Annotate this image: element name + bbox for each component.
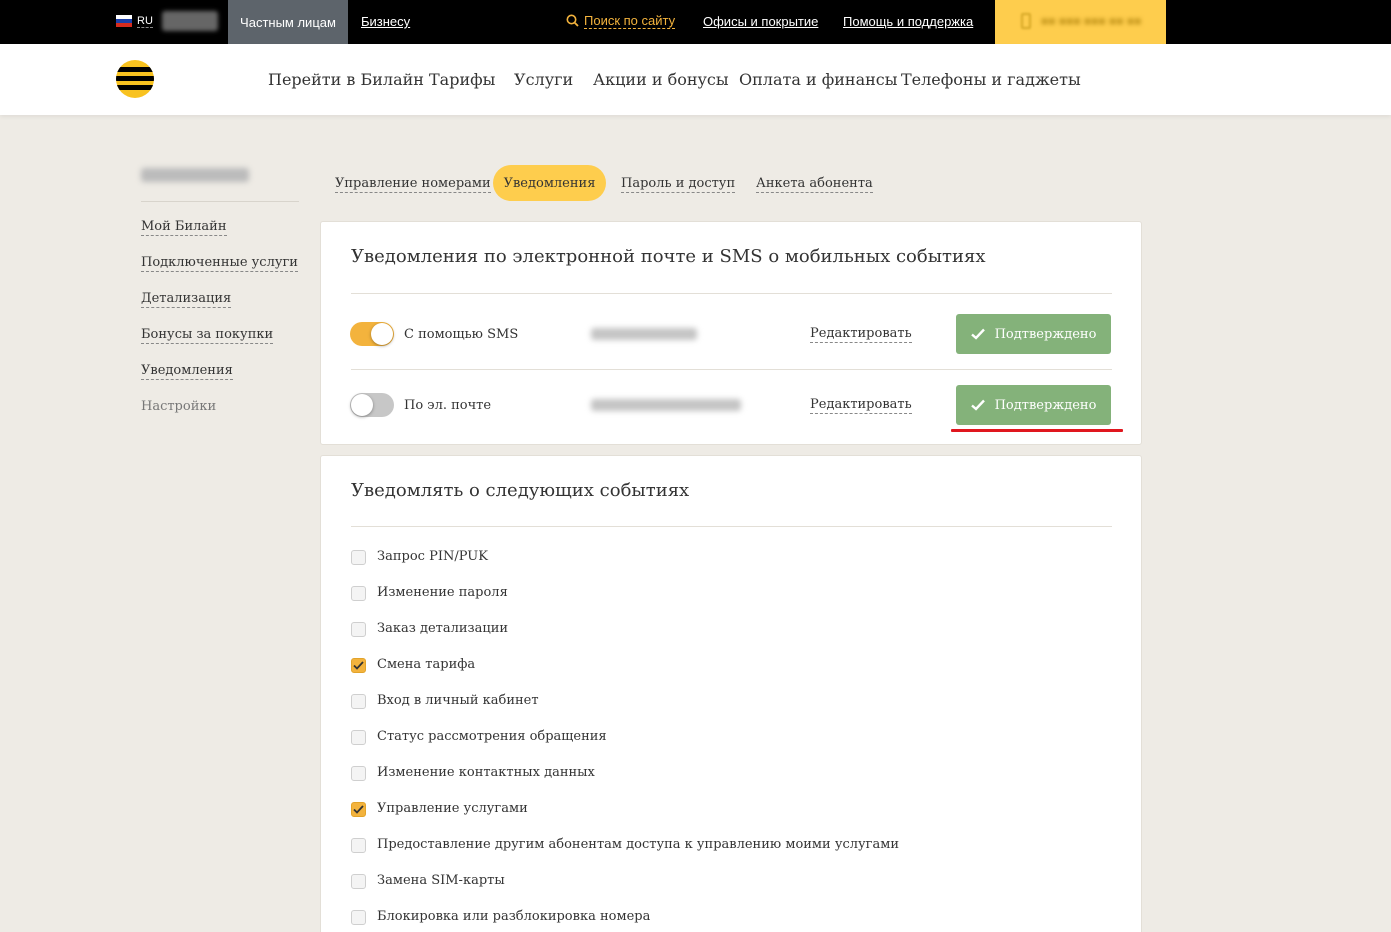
site-search-link[interactable]: Поиск по сайту xyxy=(566,13,676,29)
divider xyxy=(351,369,1112,370)
tab-business[interactable]: Бизнесу xyxy=(361,14,410,29)
account-phone-number: ■■ ■■■ ■■■ ■■ ■■ xyxy=(1041,14,1142,28)
top-bar: RU Частным лицам Бизнесу Поиск по сайту … xyxy=(0,0,1391,44)
event-label[interactable]: Предоставление другим абонентам доступа … xyxy=(377,837,899,852)
sidebar-divider xyxy=(141,201,299,202)
search-label: Поиск по сайту xyxy=(584,13,676,29)
email-confirmed-button[interactable]: Подтверждено xyxy=(956,385,1111,425)
event-label[interactable]: Заказ детализации xyxy=(377,621,508,636)
phone-icon xyxy=(1021,13,1031,29)
check-icon xyxy=(353,661,364,670)
email-status-label: Подтверждено xyxy=(994,397,1097,413)
event-checkbox[interactable] xyxy=(351,694,366,709)
nav-item-payment[interactable]: Оплата и финансы xyxy=(739,70,897,89)
sidebar-item-services[interactable]: Подключенные услуги xyxy=(141,255,298,272)
event-checkbox[interactable] xyxy=(351,874,366,889)
red-underline-annotation xyxy=(951,429,1123,432)
sidebar-item-settings[interactable]: Настройки xyxy=(141,399,216,415)
offices-link[interactable]: Офисы и покрытие xyxy=(703,14,818,29)
check-icon xyxy=(970,399,985,411)
event-checkbox[interactable] xyxy=(351,766,366,781)
russia-flag-icon[interactable] xyxy=(116,15,132,27)
sms-toggle[interactable] xyxy=(350,322,394,346)
event-checkbox[interactable] xyxy=(351,550,366,565)
tab-password-access[interactable]: Пароль и доступ xyxy=(621,176,736,193)
event-checkbox[interactable] xyxy=(351,586,366,601)
sidebar-phone-number xyxy=(141,168,249,182)
events-title: Уведомлять о следующих событиях xyxy=(351,480,690,501)
account-phone-box[interactable]: ■■ ■■■ ■■■ ■■ ■■ xyxy=(995,0,1166,44)
event-label[interactable]: Смена тарифа xyxy=(377,657,475,672)
event-checkbox[interactable] xyxy=(351,730,366,745)
check-icon xyxy=(353,805,364,814)
beeline-logo[interactable] xyxy=(116,60,154,98)
main-nav: Перейти в Билайн Тарифы Услуги Акции и б… xyxy=(0,44,1391,115)
event-label[interactable]: Замена SIM-карты xyxy=(377,873,505,888)
tab-manage-numbers[interactable]: Управление номерами xyxy=(335,176,491,193)
check-icon xyxy=(970,328,985,340)
sidebar-item-bonuses[interactable]: Бонусы за покупки xyxy=(141,327,274,344)
channels-title: Уведомления по электронной почте и SMS о… xyxy=(351,246,986,267)
search-icon xyxy=(566,14,579,27)
event-label[interactable]: Изменение пароля xyxy=(377,585,508,600)
sidebar-item-my-beeline[interactable]: Мой Билайн xyxy=(141,219,227,236)
event-label[interactable]: Блокировка или разблокировка номера xyxy=(377,909,650,924)
event-label[interactable]: Вход в личный кабинет xyxy=(377,693,539,708)
toggle-knob xyxy=(351,394,373,416)
sidebar-item-details[interactable]: Детализация xyxy=(141,291,232,308)
nav-item-phones[interactable]: Телефоны и гаджеты xyxy=(901,70,1081,89)
tab-subscriber-profile[interactable]: Анкета абонента xyxy=(756,176,873,193)
nav-item-tariffs[interactable]: Тарифы xyxy=(429,70,495,89)
divider xyxy=(351,526,1112,527)
event-checkbox[interactable] xyxy=(351,658,366,673)
event-label[interactable]: Запрос PIN/PUK xyxy=(377,549,488,564)
notification-channels-card: Уведомления по электронной почте и SMS о… xyxy=(320,221,1142,445)
nav-item-services[interactable]: Услуги xyxy=(514,70,573,89)
event-label[interactable]: Управление услугами xyxy=(377,801,528,816)
sms-label: С помощью SMS xyxy=(404,327,519,342)
sms-phone-value xyxy=(591,328,697,340)
event-subscriptions-card: Уведомлять о следующих событиях Запрос P… xyxy=(320,455,1142,932)
email-edit-link[interactable]: Редактировать xyxy=(810,397,912,414)
sidebar-item-notifications[interactable]: Уведомления xyxy=(141,363,233,380)
language-switch[interactable]: RU xyxy=(137,15,153,28)
sms-status-label: Подтверждено xyxy=(994,326,1097,342)
divider xyxy=(351,293,1112,294)
email-label: По эл. почте xyxy=(404,398,492,413)
region-selector[interactable] xyxy=(162,11,218,31)
email-address-value xyxy=(591,399,741,411)
event-label[interactable]: Изменение контактных данных xyxy=(377,765,595,780)
tab-notifications[interactable]: Уведомления xyxy=(493,165,606,201)
sms-edit-link[interactable]: Редактировать xyxy=(810,326,912,343)
help-link[interactable]: Помощь и поддержка xyxy=(843,14,973,29)
event-checkbox[interactable] xyxy=(351,838,366,853)
nav-item-go-beeline[interactable]: Перейти в Билайн xyxy=(268,70,424,89)
event-label[interactable]: Статус рассмотрения обращения xyxy=(377,729,607,744)
sms-confirmed-button[interactable]: Подтверждено xyxy=(956,314,1111,354)
tab-private[interactable]: Частным лицам xyxy=(228,0,348,44)
event-checkbox[interactable] xyxy=(351,622,366,637)
nav-item-promos[interactable]: Акции и бонусы xyxy=(593,70,729,89)
event-checkbox[interactable] xyxy=(351,802,366,817)
event-checkbox[interactable] xyxy=(351,910,366,925)
email-toggle[interactable] xyxy=(350,393,394,417)
toggle-knob xyxy=(371,323,393,345)
